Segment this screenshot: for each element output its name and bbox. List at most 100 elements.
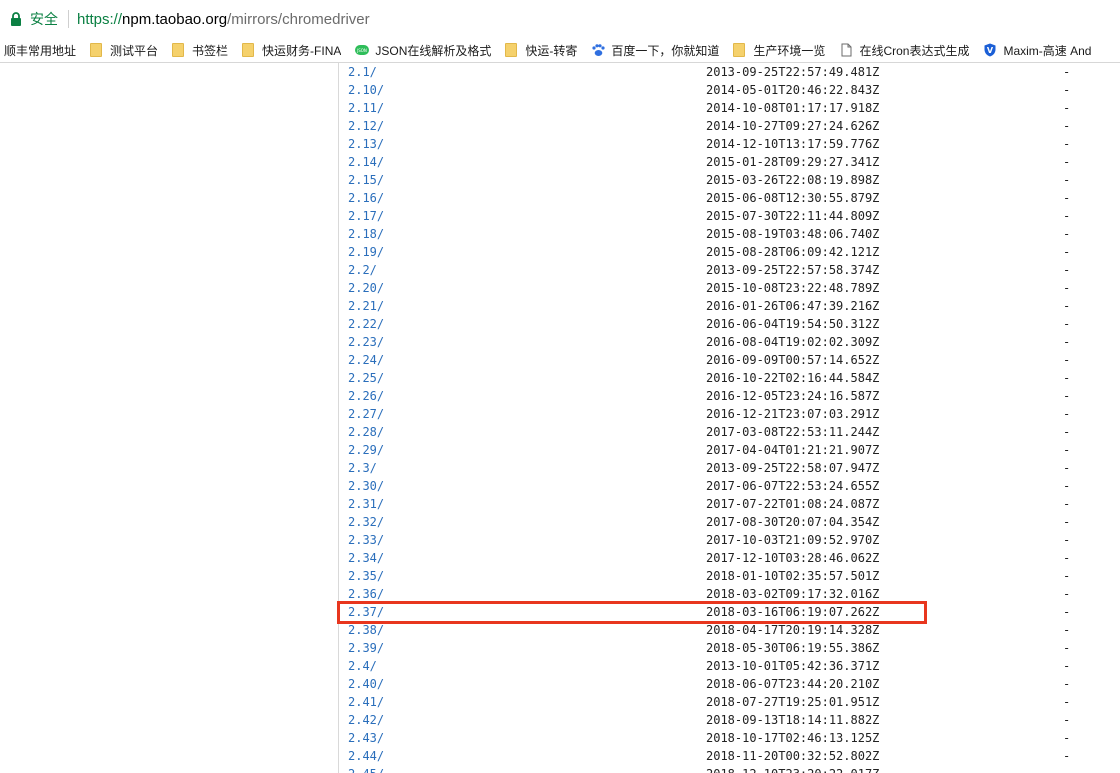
directory-link[interactable]: 2.16/	[348, 189, 384, 207]
directory-link[interactable]: 2.29/	[348, 441, 384, 459]
directory-link[interactable]: 2.4/	[348, 657, 377, 675]
directory-link[interactable]: 2.12/	[348, 117, 384, 135]
listing-row: 2.41/2018-07-27T19:25:01.951Z -	[348, 693, 1120, 711]
directory-link[interactable]: 2.18/	[348, 225, 384, 243]
file-size: -	[1063, 641, 1071, 655]
file-size: -	[1063, 713, 1071, 727]
file-size: -	[1063, 119, 1071, 133]
file-size: -	[1063, 695, 1071, 709]
file-size: -	[1063, 209, 1071, 223]
directory-link[interactable]: 2.31/	[348, 495, 384, 513]
url-scheme[interactable]: https://	[77, 11, 122, 28]
directory-link[interactable]: 2.21/	[348, 297, 384, 315]
directory-link[interactable]: 2.15/	[348, 171, 384, 189]
listing-row: 2.24/2016-09-09T00:57:14.652Z -	[348, 351, 1120, 369]
directory-link[interactable]: 2.2/	[348, 261, 377, 279]
modified-date: 2017-12-10T03:28:46.062Z	[706, 551, 880, 565]
baidu-paw-icon	[592, 44, 606, 56]
directory-link[interactable]: 2.28/	[348, 423, 384, 441]
bookmark-cron-generator[interactable]: 在线Cron表达式生成	[839, 42, 969, 59]
modified-date: 2015-03-26T22:08:19.898Z	[706, 173, 880, 187]
file-size: -	[1063, 551, 1071, 565]
modified-date: 2015-06-08T12:30:55.879Z	[706, 191, 880, 205]
bookmark-label: 顺丰常用地址	[4, 43, 77, 58]
listing-row: 2.26/2016-12-05T23:24:16.587Z -	[348, 387, 1120, 405]
listing-row: 2.27/2016-12-21T23:07:03.291Z -	[348, 405, 1120, 423]
bookmark-label: 在线Cron表达式生成	[859, 43, 970, 58]
listing-row: 2.30/2017-06-07T22:53:24.655Z -	[348, 477, 1120, 495]
directory-link[interactable]: 2.25/	[348, 369, 384, 387]
bookmark-folder-production[interactable]: 生产环境一览	[733, 42, 825, 59]
directory-link[interactable]: 2.30/	[348, 477, 384, 495]
bookmark-shunfeng-addresses[interactable]: 顺丰常用地址	[4, 42, 76, 59]
listing-row: 2.21/2016-01-26T06:47:39.216Z -	[348, 297, 1120, 315]
directory-link[interactable]: 2.23/	[348, 333, 384, 351]
bookmark-folder-bookmarks-bar[interactable]: 书签栏	[172, 42, 228, 59]
directory-link[interactable]: 2.27/	[348, 405, 384, 423]
file-size: -	[1063, 677, 1071, 691]
bookmark-folder-fina[interactable]: 快运财务-FINA	[242, 42, 341, 59]
lock-icon[interactable]	[10, 12, 22, 26]
directory-link[interactable]: 2.22/	[348, 315, 384, 333]
file-size: -	[1063, 765, 1070, 773]
directory-link[interactable]: 2.43/	[348, 729, 384, 747]
listing-row: 2.13/2014-12-10T13:17:59.776Z -	[348, 135, 1120, 153]
directory-link[interactable]: 2.38/	[348, 621, 384, 639]
listing-row: 2.16/2015-06-08T12:30:55.879Z -	[348, 189, 1120, 207]
directory-link[interactable]: 2.19/	[348, 243, 384, 261]
listing-row: 2.34/2017-12-10T03:28:46.062Z -	[348, 549, 1120, 567]
bookmark-json-parser[interactable]: JSON JSON在线解析及格式	[355, 42, 491, 59]
directory-link[interactable]: 2.36/	[348, 585, 384, 603]
bookmark-folder-forwarding[interactable]: 快运-转寄	[505, 42, 577, 59]
directory-link[interactable]: 2.13/	[348, 135, 384, 153]
file-size: -	[1063, 659, 1071, 673]
modified-date: 2016-09-09T00:57:14.652Z	[706, 353, 880, 367]
directory-link[interactable]: 2.1/	[348, 63, 377, 81]
directory-link[interactable]: 2.32/	[348, 513, 384, 531]
bookmark-maxim[interactable]: V Maxim-高速 And	[983, 42, 1091, 59]
address-bar: 安全 https:// npm.taobao.org /mirrors/chro…	[0, 0, 1120, 39]
directory-link[interactable]: 2.14/	[348, 153, 384, 171]
directory-link[interactable]: 2.39/	[348, 639, 384, 657]
directory-link[interactable]: 2.26/	[348, 387, 384, 405]
file-size: -	[1063, 569, 1071, 583]
directory-link[interactable]: 2.40/	[348, 675, 384, 693]
directory-link[interactable]: 2.44/	[348, 747, 384, 765]
directory-listing: 2.1/2013-09-25T22:57:49.481Z - 2.10/2014-0…	[348, 63, 1120, 773]
directory-link[interactable]: 2.37/	[348, 603, 384, 621]
directory-link[interactable]: 2.34/	[348, 549, 384, 567]
file-size: -	[1063, 353, 1071, 367]
directory-link[interactable]: 2.42/	[348, 711, 384, 729]
directory-link[interactable]: 2.17/	[348, 207, 384, 225]
file-size: -	[1063, 461, 1071, 475]
directory-link[interactable]: 2.20/	[348, 279, 384, 297]
url-host[interactable]: npm.taobao.org	[122, 11, 227, 28]
modified-date: 2018-07-27T19:25:01.951Z	[706, 695, 880, 709]
directory-link[interactable]: 2.10/	[348, 81, 384, 99]
directory-link[interactable]: 2.11/	[348, 99, 384, 117]
directory-link[interactable]: 2.41/	[348, 693, 384, 711]
listing-row: 2.39/2018-05-30T06:19:55.386Z -	[348, 639, 1120, 657]
omnibox[interactable]: 安全 https:// npm.taobao.org /mirrors/chro…	[4, 4, 1120, 34]
modified-date: 2016-01-26T06:47:39.216Z	[706, 299, 880, 313]
directory-link[interactable]: 2.33/	[348, 531, 384, 549]
bookmark-label: JSON在线解析及格式	[375, 43, 492, 58]
listing-row: 2.2/2013-09-25T22:57:58.374Z -	[348, 261, 1120, 279]
listing-row: 2.15/2015-03-26T22:08:19.898Z -	[348, 171, 1120, 189]
folder-icon	[172, 43, 185, 57]
listing-row: 2.43/2018-10-17T02:46:13.125Z -	[348, 729, 1120, 747]
directory-link[interactable]: 2.24/	[348, 351, 384, 369]
listing-row: 2.22/2016-06-04T19:54:50.312Z -	[348, 315, 1120, 333]
bookmark-folder-test-platform[interactable]: 测试平台	[90, 42, 158, 59]
bookmark-baidu[interactable]: 百度一下，你就知道	[591, 42, 719, 59]
directory-link[interactable]: 2.3/	[348, 459, 377, 477]
directory-link[interactable]: 2.35/	[348, 567, 384, 585]
security-label[interactable]: 安全	[30, 9, 58, 29]
modified-date: 2018-10-17T02:46:13.125Z	[706, 731, 880, 745]
file-size: -	[1063, 479, 1071, 493]
folder-icon	[242, 43, 255, 57]
json-icon: JSON	[355, 45, 370, 55]
modified-date: 2017-07-22T01:08:24.087Z	[706, 497, 880, 511]
directory-link[interactable]: 2.45/	[348, 765, 384, 773]
url-path[interactable]: /mirrors/chromedriver	[227, 11, 370, 28]
